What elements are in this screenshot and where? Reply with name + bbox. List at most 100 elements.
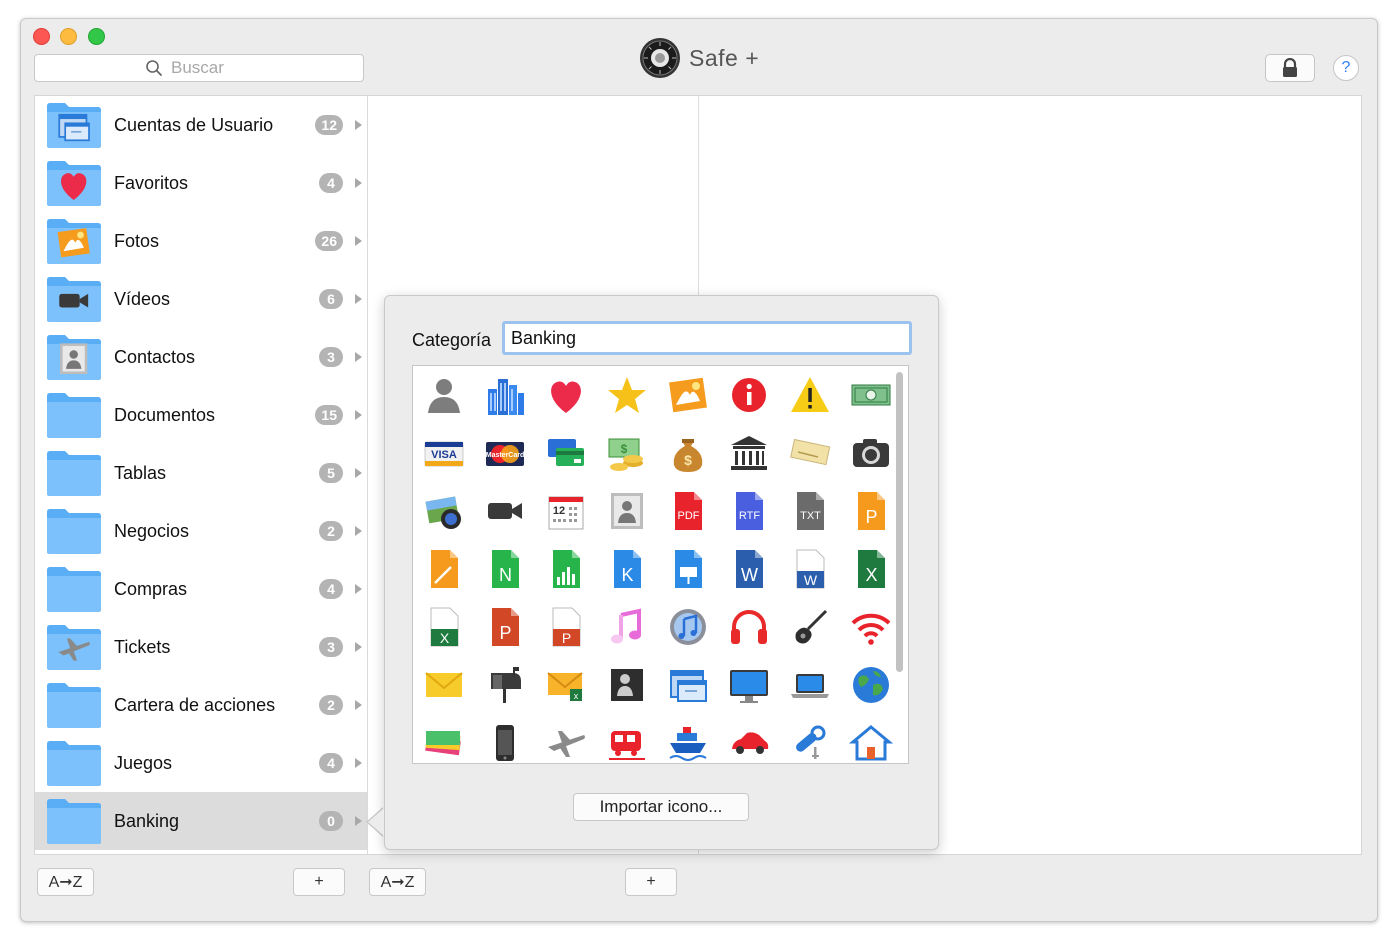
- icon-option[interactable]: [596, 482, 657, 540]
- sidebar-item[interactable]: Compras 4: [35, 560, 367, 618]
- icon-option[interactable]: X: [840, 540, 901, 598]
- icon-option[interactable]: P: [840, 482, 901, 540]
- chevron-right-icon[interactable]: [355, 410, 362, 420]
- icon-option[interactable]: [413, 540, 474, 598]
- sidebar-item[interactable]: Cuentas de Usuario 12: [35, 96, 367, 154]
- icon-option[interactable]: [657, 656, 718, 714]
- zoom-window-button[interactable]: [88, 28, 105, 45]
- icon-option[interactable]: [779, 424, 840, 482]
- sidebar-item[interactable]: Negocios 2: [35, 502, 367, 560]
- icon-option[interactable]: [718, 598, 779, 656]
- search-field[interactable]: [34, 54, 364, 82]
- icon-option[interactable]: [840, 424, 901, 482]
- sidebar-item[interactable]: Banking 0: [35, 792, 367, 850]
- icon-option[interactable]: P: [535, 598, 596, 656]
- sidebar-item[interactable]: Documentos 15: [35, 386, 367, 444]
- icon-option[interactable]: [474, 366, 535, 424]
- icon-option[interactable]: [596, 656, 657, 714]
- icon-option[interactable]: [535, 424, 596, 482]
- icon-option[interactable]: RTF: [718, 482, 779, 540]
- icon-option[interactable]: [596, 598, 657, 656]
- icon-option[interactable]: [779, 656, 840, 714]
- icon-option[interactable]: PDF: [657, 482, 718, 540]
- minimize-window-button[interactable]: [60, 28, 77, 45]
- icon-option[interactable]: [474, 656, 535, 714]
- sidebar-item[interactable]: Tickets 3: [35, 618, 367, 676]
- category-name-input[interactable]: [502, 321, 912, 355]
- chevron-right-icon[interactable]: [355, 294, 362, 304]
- close-window-button[interactable]: [33, 28, 50, 45]
- folder-word-document-icon: [47, 393, 101, 438]
- sidebar-item[interactable]: Contactos 3: [35, 328, 367, 386]
- sidebar-item[interactable]: Fotos 26: [35, 212, 367, 270]
- chevron-right-icon[interactable]: [355, 120, 362, 130]
- add-entry-button[interactable]: +: [625, 868, 677, 896]
- contact-card-icon: [610, 669, 643, 701]
- icon-option[interactable]: [779, 366, 840, 424]
- chevron-right-icon[interactable]: [355, 642, 362, 652]
- icon-option[interactable]: P: [474, 598, 535, 656]
- icon-option[interactable]: [657, 366, 718, 424]
- chevron-right-icon[interactable]: [355, 584, 362, 594]
- icon-option[interactable]: x: [535, 656, 596, 714]
- icon-option[interactable]: $: [657, 424, 718, 482]
- icon-option[interactable]: X: [413, 598, 474, 656]
- icon-grid-scrollbar[interactable]: [896, 372, 903, 672]
- icon-option[interactable]: [718, 366, 779, 424]
- search-input[interactable]: [169, 57, 253, 79]
- add-category-button[interactable]: +: [293, 868, 345, 896]
- chevron-right-icon[interactable]: [355, 236, 362, 246]
- icon-option[interactable]: [413, 656, 474, 714]
- icon-option[interactable]: [596, 714, 657, 763]
- icon-option[interactable]: [535, 540, 596, 598]
- icon-option[interactable]: [840, 366, 901, 424]
- icon-option[interactable]: W: [718, 540, 779, 598]
- icon-option[interactable]: 12: [535, 482, 596, 540]
- chevron-right-icon[interactable]: [355, 700, 362, 710]
- icon-option[interactable]: K: [596, 540, 657, 598]
- sort-az-button-middle[interactable]: A➞Z: [369, 868, 426, 896]
- icon-option[interactable]: [779, 598, 840, 656]
- icon-option[interactable]: VISA: [413, 424, 474, 482]
- icon-option[interactable]: [840, 714, 901, 763]
- sidebar-item[interactable]: Favoritos 4: [35, 154, 367, 212]
- icon-option[interactable]: N: [474, 540, 535, 598]
- chevron-right-icon[interactable]: [355, 758, 362, 768]
- icon-option[interactable]: [474, 482, 535, 540]
- lock-button[interactable]: [1265, 54, 1315, 82]
- chevron-right-icon[interactable]: [355, 526, 362, 536]
- chevron-right-icon[interactable]: [355, 178, 362, 188]
- sidebar-item[interactable]: Tablas 5: [35, 444, 367, 502]
- icon-option[interactable]: [657, 714, 718, 763]
- import-icon-button[interactable]: Importar icono...: [573, 793, 749, 821]
- icon-option[interactable]: [779, 714, 840, 763]
- icon-option[interactable]: [413, 482, 474, 540]
- icon-option[interactable]: [413, 366, 474, 424]
- icon-option[interactable]: [840, 598, 901, 656]
- chevron-right-icon[interactable]: [355, 352, 362, 362]
- icon-option[interactable]: TXT: [779, 482, 840, 540]
- sidebar-item[interactable]: Juegos 4: [35, 734, 367, 792]
- chevron-right-icon[interactable]: [355, 468, 362, 478]
- chevron-right-icon[interactable]: [355, 816, 362, 826]
- icon-option[interactable]: [474, 714, 535, 763]
- icon-option[interactable]: [596, 366, 657, 424]
- icon-option[interactable]: [535, 366, 596, 424]
- sort-az-button-left[interactable]: A➞Z: [37, 868, 94, 896]
- icon-option[interactable]: [840, 656, 901, 714]
- icon-option[interactable]: [718, 714, 779, 763]
- sidebar-item[interactable]: Cartera de acciones 2: [35, 676, 367, 734]
- icon-option[interactable]: [718, 656, 779, 714]
- camera-icon: [852, 439, 889, 467]
- icon-option[interactable]: [657, 540, 718, 598]
- icon-option[interactable]: [413, 714, 474, 763]
- sidebar-item[interactable]: Vídeos 6: [35, 270, 367, 328]
- icon-option[interactable]: W: [779, 540, 840, 598]
- help-button[interactable]: ?: [1333, 55, 1359, 81]
- icon-option[interactable]: $: [596, 424, 657, 482]
- icon-option[interactable]: [535, 714, 596, 763]
- icon-option[interactable]: [718, 424, 779, 482]
- icon-option[interactable]: MasterCard: [474, 424, 535, 482]
- icon-option[interactable]: [657, 598, 718, 656]
- count-badge: 4: [319, 753, 343, 773]
